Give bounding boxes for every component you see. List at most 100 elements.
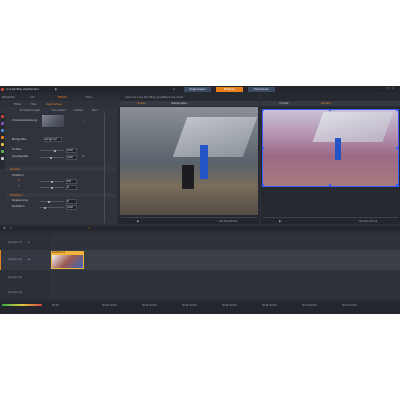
tool-purple-icon[interactable] xyxy=(1,122,4,125)
subtab-filter[interactable]: Filter xyxy=(14,103,21,106)
handle-top-mid[interactable] xyxy=(329,109,331,111)
source-size-slider[interactable] xyxy=(40,157,64,158)
program-video-frame[interactable] xyxy=(262,109,399,187)
track-4[interactable]: (V) Spur (4) xyxy=(0,285,400,301)
source-video-frame[interactable] xyxy=(120,107,258,219)
left-panel-tabs: Bibliothek Info Effekte Titel xyxy=(0,95,117,101)
track-1[interactable]: (V) Spur (1) 🔒︎ xyxy=(0,235,400,251)
section-quelle-header[interactable] xyxy=(6,167,116,171)
program-canopy-graphic xyxy=(312,112,394,142)
source-scrub-bar[interactable] xyxy=(121,217,257,218)
tab-projekt[interactable]: Projekt xyxy=(273,101,295,106)
ruler-label-2: 00:00:10:00 xyxy=(102,304,117,307)
preset-thumbnail[interactable] xyxy=(42,115,64,127)
track-4-header: (V) Spur (4) xyxy=(0,285,50,300)
left-panel: Bibliothek Info Effekte Titel Filter Tit… xyxy=(0,95,117,224)
track-2-active-marker xyxy=(0,250,1,270)
program-timecode: 00:00:08:14 xyxy=(359,218,378,223)
subtab-titel[interactable]: Titel xyxy=(30,103,36,106)
title-play-icon[interactable]: ▶ xyxy=(55,87,57,91)
tab-info[interactable]: Info xyxy=(30,96,35,100)
track-3[interactable]: (V) Spur (3) xyxy=(0,270,400,286)
panel-scrollbar[interactable] xyxy=(104,113,105,223)
track-2[interactable]: (V) Spur (2) ◉ Kopfkamera xyxy=(0,250,400,271)
app-title: Live Rooftop_Kopfkamera xyxy=(6,87,39,91)
track-3-name: (V) Spur (3) xyxy=(8,276,22,279)
source-monitor-title: spinner Live Rooftop_Kopfkamera.mp4 xyxy=(125,95,183,99)
option-einstellungen[interactable]: Einstellungen xyxy=(20,108,40,112)
option-neu[interactable]: Neu xyxy=(92,108,98,112)
tab-wiedergabe[interactable]: Wiedergabe xyxy=(167,101,191,106)
tool-yellow-icon[interactable] xyxy=(1,143,4,146)
y-value: 0 xyxy=(67,184,69,189)
app-logo-icon xyxy=(1,87,4,91)
video-editor-window: Live Rooftop_Kopfkamera ▶ ⌂ Organisieren… xyxy=(0,86,400,314)
ruler-label-4: 00:00:30:00 xyxy=(182,304,197,307)
home-icon[interactable]: ⌂ xyxy=(173,87,175,91)
rotation-slider-knob[interactable] xyxy=(44,206,46,209)
scale-slider[interactable] xyxy=(40,201,64,202)
timeline-clip[interactable]: Kopfkamera xyxy=(51,251,84,269)
tool-red-icon[interactable] xyxy=(1,115,4,118)
preset-menu-icon[interactable]: ⌄ xyxy=(82,119,85,122)
timeline-razor-icon[interactable]: ✂ xyxy=(88,227,91,230)
scale-slider-knob[interactable] xyxy=(48,200,50,203)
preset-dropdown-value: Original xyxy=(45,136,57,141)
timeline: ⚙ ∩ ✂ (V) Spur (1) 🔒︎ (V) Spur (2) ◉ Kop… xyxy=(0,226,400,314)
handle-bottom-mid[interactable] xyxy=(329,184,331,186)
handle-top-right[interactable] xyxy=(396,109,398,111)
options-row: Einstellungen Favoriten Letzte Neu xyxy=(0,108,117,112)
size-slider[interactable] xyxy=(40,150,64,151)
tab-quelle[interactable]: Quelle xyxy=(129,101,153,106)
close-icon[interactable]: × xyxy=(392,87,395,90)
position-label: Position xyxy=(12,173,24,177)
reset-icon[interactable]: ⟲ xyxy=(82,155,85,158)
x-slider-knob[interactable] xyxy=(51,180,53,183)
source-monitor-tabs: Quelle Wiedergabe xyxy=(119,101,259,106)
person-figure-2 xyxy=(182,165,194,189)
tab-bibliothek[interactable]: Bibliothek xyxy=(2,96,15,100)
handle-top-left[interactable] xyxy=(262,109,264,111)
tool-white-icon[interactable] xyxy=(1,157,4,160)
tool-green-icon[interactable] xyxy=(1,150,4,153)
section-quelle-label: Quelle xyxy=(10,166,20,171)
scale-label: Skalierung xyxy=(12,198,28,202)
minimize-icon[interactable]: – xyxy=(380,87,382,90)
x-value: 50 xyxy=(67,178,71,183)
program-scrub-bar[interactable] xyxy=(263,217,398,218)
timeline-tool-icon[interactable]: ⚙ xyxy=(3,227,6,230)
tool-orange-icon[interactable] xyxy=(1,136,4,139)
subtab-keyframes[interactable]: Keyframes xyxy=(46,103,62,106)
maximize-icon[interactable]: □ xyxy=(386,87,389,90)
source-size-value: 100 xyxy=(67,154,73,159)
timeline-magnet-icon[interactable]: ∩ xyxy=(9,227,12,230)
track-1-name: (V) Spur (1) xyxy=(8,241,22,244)
tool-blue-icon[interactable] xyxy=(1,129,4,132)
tab-titel[interactable]: Titel xyxy=(86,96,92,100)
canopy-graphic xyxy=(172,117,258,157)
handle-mid-right[interactable] xyxy=(396,147,398,149)
track-2-eye-icon[interactable]: ◉ xyxy=(28,258,30,261)
tab-kamera[interactable]: Kamera xyxy=(315,101,337,106)
handle-mid-left[interactable] xyxy=(262,147,264,149)
y-slider-knob[interactable] xyxy=(51,186,53,189)
ruler-label-7: 00:01:00:00 xyxy=(302,304,317,307)
tab-effekte[interactable]: Effekte xyxy=(58,96,67,100)
source-size-knob[interactable] xyxy=(50,156,52,159)
handle-bottom-left[interactable] xyxy=(262,184,264,186)
person-figure xyxy=(200,145,208,179)
handle-bottom-right[interactable] xyxy=(396,184,398,186)
option-favoriten[interactable]: Favoriten xyxy=(52,108,66,112)
ruler-label-5: 00:00:40:00 xyxy=(222,304,237,307)
timeline-ruler-bottom[interactable]: 00:00 00:00:10:00 00:00:20:00 00:00:30:0… xyxy=(0,302,400,314)
track-1-lock-icon[interactable]: 🔒︎ xyxy=(28,241,29,244)
program-play-icon[interactable]: ▶ xyxy=(279,219,281,223)
source-play-icon[interactable]: ▶ xyxy=(137,219,139,223)
size-slider-knob[interactable] xyxy=(54,149,56,152)
track-2-name: (V) Spur (2) xyxy=(8,258,22,261)
clip-thumbnail xyxy=(52,255,83,268)
program-monitor-tabs: Projekt Kamera xyxy=(261,101,400,106)
option-letzte[interactable]: Letzte xyxy=(74,108,83,112)
preset-label: Videoeinstellung xyxy=(12,118,37,122)
ruler-label-3: 00:00:20:00 xyxy=(142,304,157,307)
